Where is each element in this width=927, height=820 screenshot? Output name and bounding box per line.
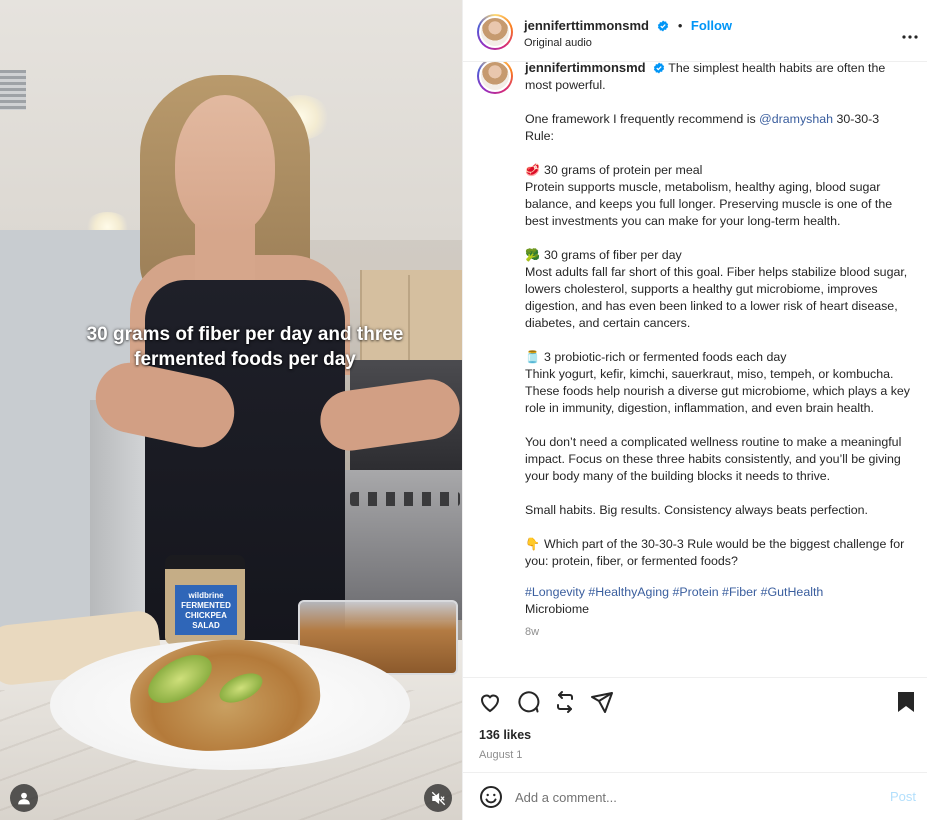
post-date[interactable]: August 1 (479, 749, 522, 761)
emoji-button[interactable] (479, 785, 503, 814)
question-paragraph: 👇 Which part of the 30-30-3 Rule would be… (525, 536, 910, 570)
audio-label[interactable]: Original audio (524, 37, 592, 49)
fiber-section: 🥦 30 grams of fiber per day Most adults f… (525, 247, 910, 332)
smiley-icon (480, 786, 502, 808)
video-overlay-text: 30 grams of fiber per day and three ferm… (86, 324, 404, 370)
heart-icon (480, 694, 500, 713)
reel-video[interactable]: wildbrine FERMENTED CHICKPEA SALAD 30 gr… (0, 0, 462, 820)
broccoli-icon: 🥦 (525, 248, 540, 262)
more-horizontal-icon (902, 35, 918, 39)
caption-avatar[interactable] (477, 62, 513, 94)
air-vent (0, 70, 26, 110)
verified-badge-icon (653, 62, 665, 74)
more-options-button[interactable] (902, 22, 918, 45)
mention-link[interactable]: @dramyshah (759, 112, 833, 126)
send-icon (591, 692, 613, 713)
repost-icon (557, 691, 573, 713)
jar-icon: 🫙 (525, 350, 540, 364)
action-bar: 136 likes August 1 (463, 677, 927, 772)
protein-body: Protein supports muscle, metabolism, hea… (525, 180, 893, 228)
hashtag-link[interactable]: #Longevity (525, 585, 585, 599)
separator-dot: • (677, 18, 683, 33)
post-header: jenniferttimmonsmd • Follow Original aud… (463, 0, 927, 62)
probiotic-title: 3 probiotic-rich or fermented foods each… (544, 350, 787, 364)
hashtags: #Longevity #HealthyAging #Protein #Fiber… (525, 584, 910, 601)
protein-title: 30 grams of protein per meal (544, 163, 703, 177)
fiber-title: 30 grams of fiber per day (544, 248, 682, 262)
hashtag-link[interactable]: #Fiber (722, 585, 757, 599)
verified-badge-icon (658, 20, 669, 32)
post-comment-button[interactable]: Post (890, 789, 916, 804)
caption: jennifertimmonsmd The simplest health ha… (525, 62, 910, 641)
hashtag-link[interactable]: #HealthyAging (588, 585, 669, 599)
question-text: Which part of the 30-30-3 Rule would be … (525, 537, 905, 568)
repost-button[interactable] (553, 690, 577, 714)
save-button[interactable] (895, 690, 919, 714)
caption-time-ago: 8w (525, 626, 540, 638)
hashtag-link[interactable]: #Protein (672, 585, 718, 599)
routine-paragraph: You don’t need a complicated wellness ro… (525, 435, 902, 483)
framework-prefix: One framework I frequently recommend is (525, 112, 760, 126)
point-down-icon: 👇 (525, 537, 540, 551)
share-button[interactable] (590, 690, 614, 714)
fiber-body: Most adults fall far short of this goal.… (525, 265, 908, 330)
bookmark-filled-icon (898, 692, 914, 712)
post-panel: jenniferttimmonsmd • Follow Original aud… (462, 0, 927, 820)
likes-count[interactable]: 136 likes (479, 728, 531, 742)
like-button[interactable] (478, 690, 502, 714)
comment-bubble-icon (518, 691, 540, 713)
comment-button[interactable] (516, 690, 540, 714)
caption-framework: One framework I frequently recommend is … (525, 111, 910, 145)
probiotic-section: 🫙 3 probiotic-rich or fermented foods eac… (525, 349, 910, 417)
tagged-users-button[interactable] (10, 784, 38, 812)
avatar[interactable] (477, 14, 513, 50)
protein-section: 🥩 30 grams of protein per meal Protein su… (525, 162, 910, 230)
probiotic-body: Think yogurt, kefir, kimchi, sauerkraut,… (525, 367, 910, 415)
meat-icon: 🥩 (525, 163, 540, 177)
comment-bar: Post (463, 772, 927, 820)
small-habits-paragraph: Small habits. Big results. Consistency a… (525, 503, 868, 517)
comment-input[interactable] (515, 786, 875, 808)
caption-scroll-area[interactable]: jennifertimmonsmd The simplest health ha… (463, 62, 927, 677)
hashtag-link[interactable]: #GutHealth (761, 585, 824, 599)
caption-intro: jennifertimmonsmd The simplest health ha… (525, 62, 910, 94)
jar-label: wildbrine FERMENTED CHICKPEA SALAD (175, 585, 237, 635)
caption-last-word: Microbiome (525, 602, 590, 616)
muted-speaker-icon (431, 791, 445, 805)
follow-button[interactable]: Follow (691, 18, 732, 33)
user-icon (18, 792, 30, 805)
mute-button[interactable] (424, 784, 452, 812)
caption-username[interactable]: jennifertimmonsmd (525, 62, 646, 75)
author-username[interactable]: jenniferttimmonsmd (524, 18, 649, 33)
stove-knobs (350, 492, 460, 506)
person-face (175, 95, 275, 235)
